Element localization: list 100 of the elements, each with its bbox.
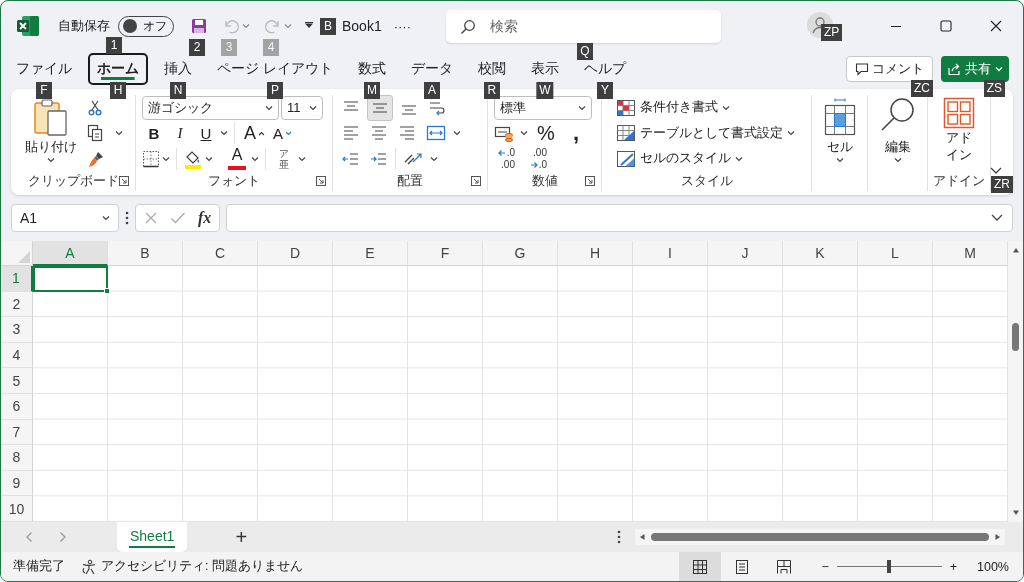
grow-font-button[interactable]: A (241, 120, 268, 146)
ribbon-tab[interactable]: 表示 (521, 53, 568, 85)
column-header[interactable]: D (258, 241, 333, 266)
column-header[interactable]: B (108, 241, 183, 266)
row-header[interactable]: 2 (1, 291, 33, 318)
row-header[interactable]: 5 (1, 368, 33, 394)
column-header[interactable]: K (783, 241, 858, 266)
ribbon-tab[interactable]: 校閲 (468, 53, 515, 85)
scrollbar-thumb[interactable] (651, 533, 989, 541)
more-options-icon[interactable] (617, 530, 621, 544)
selected-cell[interactable] (33, 266, 108, 292)
collapse-ribbon-icon[interactable] (989, 166, 1003, 176)
scroll-down-icon[interactable] (1011, 510, 1020, 516)
close-icon[interactable] (989, 19, 1003, 33)
scissors-icon[interactable] (87, 99, 103, 116)
expand-icon[interactable] (990, 213, 1004, 223)
font-name-dropdown[interactable]: 游ゴシック (142, 95, 279, 120)
decrease-indent-icon[interactable] (342, 150, 360, 167)
ribbon-tab[interactable]: データ (401, 53, 462, 85)
dialog-launcher-icon[interactable] (471, 176, 481, 186)
row-header[interactable]: 9 (1, 470, 33, 497)
align-center-icon[interactable] (370, 125, 388, 141)
add-ins-button[interactable]: アドイン (934, 95, 984, 171)
insert-function-button[interactable]: fx (198, 209, 212, 227)
formula-input[interactable] (226, 204, 1013, 232)
column-header[interactable]: E (333, 241, 408, 266)
number-format-dropdown[interactable]: 標準 (494, 95, 592, 120)
percent-button[interactable]: % (534, 120, 558, 146)
row-header[interactable]: 1 (1, 266, 33, 292)
column-header[interactable]: C (183, 241, 258, 266)
font-size-dropdown[interactable]: 11 (281, 95, 323, 120)
borders-icon[interactable] (142, 149, 160, 168)
ribbon-tab[interactable]: ホーム (88, 53, 148, 85)
row-header[interactable]: 8 (1, 445, 33, 471)
format-painter-icon[interactable] (87, 149, 105, 168)
scroll-up-icon[interactable] (1011, 247, 1020, 253)
dialog-launcher-icon[interactable] (585, 176, 595, 186)
row-header[interactable]: 4 (1, 342, 33, 369)
column-header[interactable]: F (408, 241, 483, 266)
cells-button[interactable]: セル (818, 95, 861, 171)
cell-styles-button[interactable]: セルのスタイル (612, 146, 799, 171)
scroll-right-icon[interactable] (995, 533, 1001, 541)
new-sheet-button[interactable]: + (235, 525, 248, 549)
caret-icon[interactable] (251, 155, 259, 162)
more-options-icon[interactable] (125, 211, 129, 225)
font-color-button[interactable]: A (225, 145, 249, 172)
caret-icon[interactable] (298, 155, 306, 162)
align-left-icon[interactable] (342, 125, 360, 141)
search-field[interactable]: 検索 (446, 9, 721, 43)
caret-icon[interactable] (220, 130, 228, 136)
customize-caret-icon[interactable] (304, 22, 314, 30)
horizontal-scrollbar[interactable] (635, 529, 1005, 545)
caret-icon[interactable] (205, 155, 213, 162)
decrease-decimal-button[interactable]: .00 .0 (526, 145, 550, 172)
caret-icon[interactable] (162, 155, 170, 162)
shrink-font-button[interactable]: A (270, 120, 296, 146)
caret-icon[interactable] (453, 130, 461, 136)
increase-decimal-button[interactable]: .0 .00 (494, 145, 518, 172)
comma-button[interactable]: , (564, 120, 588, 146)
row-header[interactable]: 6 (1, 393, 33, 420)
view-button[interactable] (679, 552, 722, 581)
zoom-in-button[interactable]: + (949, 559, 957, 574)
bold-button[interactable]: B (142, 120, 166, 146)
copy-icon[interactable] (87, 124, 103, 142)
column-header[interactable]: I (633, 241, 708, 266)
caret-icon[interactable] (430, 155, 438, 162)
column-header[interactable]: H (558, 241, 633, 266)
increase-indent-icon[interactable] (370, 150, 388, 167)
ribbon-tab[interactable]: 数式 (348, 53, 395, 85)
caret-icon[interactable] (520, 130, 528, 136)
column-header[interactable]: A (33, 241, 108, 266)
underline-button[interactable]: U (194, 120, 218, 146)
zoom-out-button[interactable]: − (821, 559, 829, 574)
accounting-format-icon[interactable] (494, 124, 514, 142)
caret-icon[interactable] (115, 130, 123, 136)
ribbon-tab[interactable]: ファイル (7, 53, 81, 85)
scroll-left-icon[interactable] (639, 533, 645, 541)
row-header[interactable]: 10 (1, 496, 33, 522)
name-box[interactable]: A1 (11, 204, 119, 232)
maximize-icon[interactable] (939, 19, 953, 33)
ribbon-tab[interactable]: 挿入 (155, 53, 201, 85)
sheet-tab[interactable]: Sheet1 (117, 522, 188, 552)
column-header[interactable]: M (933, 241, 1008, 266)
dialog-launcher-icon[interactable] (316, 176, 326, 186)
ribbon-tab[interactable]: ページ レイアウト (208, 53, 342, 85)
editing-button[interactable]: 編集 (874, 95, 921, 171)
dialog-launcher-icon[interactable] (119, 176, 129, 186)
italic-button[interactable]: I (168, 120, 192, 146)
row-header[interactable]: 7 (1, 419, 33, 446)
format-as-table-button[interactable]: テーブルとして書式設定 (612, 120, 799, 146)
conditional-format-button[interactable]: 条件付き書式 (612, 95, 799, 120)
column-header[interactable]: G (483, 241, 558, 266)
zoom-slider-thumb[interactable] (887, 560, 892, 573)
row-header[interactable]: 3 (1, 317, 33, 343)
vertical-scrollbar[interactable] (1008, 241, 1023, 522)
merge-cells-icon[interactable] (426, 124, 446, 142)
comment-button[interactable]: コメント (846, 56, 933, 82)
scrollbar-thumb[interactable] (1012, 323, 1019, 351)
column-header[interactable]: J (708, 241, 783, 266)
align-right-icon[interactable] (398, 125, 416, 141)
